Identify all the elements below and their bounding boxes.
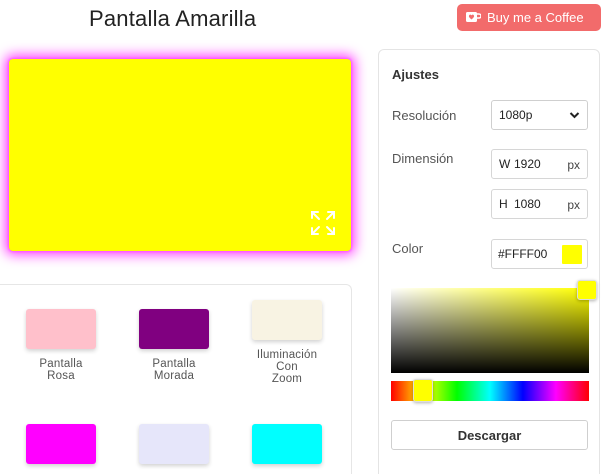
preset-item[interactable]: Iluminación Con Zoom <box>232 300 342 385</box>
preset-swatch[interactable] <box>252 424 322 464</box>
fullscreen-expand-icon[interactable] <box>309 209 337 237</box>
resolution-value: 1080p <box>499 108 533 122</box>
chevron-down-icon <box>569 112 580 119</box>
preset-label-line: Zoom <box>271 373 303 385</box>
color-swatch[interactable] <box>562 245 582 264</box>
dimension-label: Dimensión <box>392 151 454 166</box>
width-prefix: W <box>499 157 511 171</box>
color-hex-input[interactable]: #FFFF00 <box>491 239 588 269</box>
resolution-label: Resolución <box>392 108 457 123</box>
preset-label-line: Iluminación <box>256 349 318 361</box>
preset-gallery: Pantalla Rosa Pantalla Morada Iluminación Con… <box>0 284 352 474</box>
hue-slider[interactable] <box>391 379 589 402</box>
settings-panel: Ajustes Resolución 1080p Dimensión W 192… <box>378 49 600 474</box>
buy-me-a-coffee-label: Buy me a Coffee <box>487 10 584 25</box>
height-unit: px <box>567 198 580 212</box>
height-value: 1080 <box>514 197 541 211</box>
preset-swatch[interactable] <box>26 309 96 349</box>
settings-title: Ajustes <box>392 67 439 82</box>
preset-swatch[interactable] <box>139 309 209 349</box>
page-title: Pantalla Amarilla <box>89 6 257 31</box>
download-button[interactable]: Descargar <box>391 420 588 450</box>
color-label: Color <box>392 241 424 256</box>
preset-label: Pantalla Rosa <box>6 358 116 382</box>
color-preview-screen[interactable] <box>9 59 351 251</box>
preset-label: Iluminación Con Zoom <box>232 349 342 385</box>
preset-label-line: Pantalla <box>152 358 196 370</box>
color-hex-value: #FFFF00 <box>498 247 548 261</box>
preset-item[interactable] <box>119 424 229 464</box>
preset-swatch[interactable] <box>252 300 322 340</box>
preset-swatch[interactable] <box>139 424 209 464</box>
preset-item[interactable] <box>232 424 342 464</box>
saturation-picker-handle[interactable] <box>577 280 597 300</box>
preset-label-line: Morada <box>153 370 195 382</box>
coffee-cup-icon <box>466 12 481 22</box>
preset-item[interactable]: Pantalla Morada <box>119 309 229 382</box>
preset-label-line: Rosa <box>47 370 75 382</box>
preset-item[interactable] <box>6 424 116 464</box>
preset-item[interactable]: Pantalla Rosa <box>6 309 116 382</box>
width-input[interactable]: W 1920 px <box>491 149 588 179</box>
preset-swatch[interactable] <box>26 424 96 464</box>
buy-me-a-coffee-button[interactable]: Buy me a Coffee <box>457 4 601 31</box>
height-prefix: H <box>499 197 508 211</box>
saturation-value-picker[interactable] <box>391 280 597 373</box>
height-input[interactable]: H 1080 px <box>491 189 588 219</box>
preset-label-line: Pantalla <box>39 358 83 370</box>
width-unit: px <box>567 158 580 172</box>
width-value: 1920 <box>514 157 541 171</box>
hue-slider-handle[interactable] <box>413 379 433 402</box>
resolution-select[interactable]: 1080p <box>491 100 588 130</box>
preset-label-line: Con <box>276 361 298 373</box>
preset-label: Pantalla Morada <box>119 358 229 382</box>
